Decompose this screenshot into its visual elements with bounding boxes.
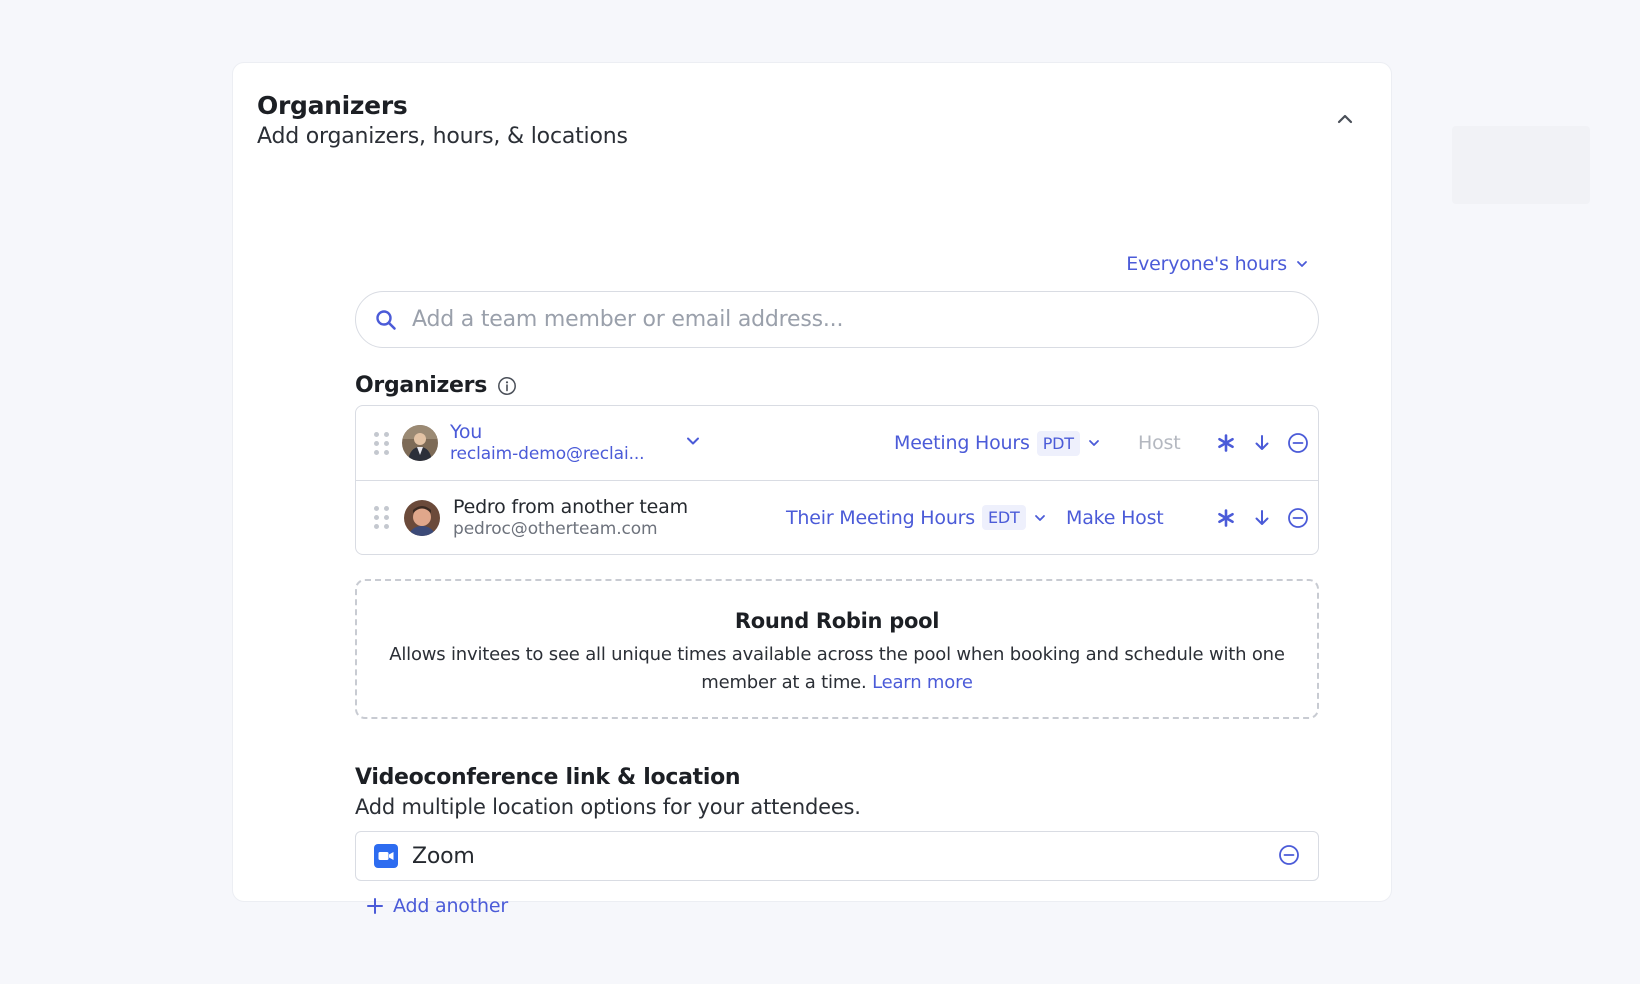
organizer-row: You reclaim-demo@reclai... Meeting Hours…	[356, 406, 1318, 480]
round-robin-description: Allows invitees to see all unique times …	[357, 641, 1317, 697]
organizers-label-text: Organizers	[355, 373, 488, 398]
drag-handle-icon[interactable]	[374, 431, 389, 455]
organizers-card: Organizers Add organizers, hours, & loca…	[232, 62, 1392, 917]
remove-location-button[interactable]	[1278, 844, 1300, 870]
avatar	[404, 499, 440, 536]
required-asterisk-button[interactable]	[1214, 431, 1238, 455]
organizer-identity: Pedro from another team pedroc@otherteam…	[453, 496, 688, 540]
organizer-row: Pedro from another team pedroc@otherteam…	[356, 480, 1318, 554]
make-host-button[interactable]: Make Host	[1066, 507, 1164, 529]
add-another-label: Add another	[393, 895, 508, 917]
section-header: Organizers Add organizers, hours, & loca…	[257, 91, 628, 153]
location-row[interactable]: Zoom	[355, 831, 1319, 881]
meeting-hours-select[interactable]: Their Meeting Hours EDT	[786, 505, 1047, 530]
asterisk-icon	[1218, 508, 1234, 527]
section-subtitle: Add organizers, hours, & locations	[257, 124, 628, 149]
everyones-hours-dropdown[interactable]: Everyone's hours	[1126, 253, 1309, 275]
move-down-button[interactable]	[1250, 431, 1274, 455]
chevron-down-icon	[1088, 440, 1099, 446]
organizers-label: Organizers	[355, 373, 517, 398]
location-label: Zoom	[412, 843, 475, 869]
organizer-dropdown-button[interactable]	[684, 432, 702, 454]
learn-more-link[interactable]: Learn more	[872, 672, 973, 693]
organizer-name: You	[450, 421, 483, 443]
organizer-email: reclaim-demo@reclai...	[450, 444, 645, 464]
remove-organizer-button[interactable]	[1286, 506, 1310, 530]
remove-circle-icon	[1279, 845, 1299, 865]
hours-label: Meeting Hours	[894, 432, 1030, 454]
organizer-email: pedroc@otherteam.com	[453, 518, 658, 539]
avatar	[402, 425, 438, 461]
drag-handle-icon[interactable]	[374, 506, 389, 529]
search-icon	[376, 309, 396, 330]
host-label: Host	[1138, 432, 1181, 454]
timezone-badge: PDT	[1036, 430, 1080, 456]
round-robin-description-text: Allows invitees to see all unique times …	[389, 644, 1285, 693]
section-title: Organizers	[257, 91, 408, 120]
remove-circle-icon	[1288, 433, 1308, 453]
round-robin-title: Round Robin pool	[734, 609, 940, 633]
organizer-identity: You reclaim-demo@reclai...	[450, 421, 645, 465]
team-member-search	[355, 291, 1319, 348]
hours-label: Their Meeting Hours	[786, 506, 975, 529]
asterisk-icon	[1218, 434, 1234, 452]
chevron-up-icon	[1337, 114, 1353, 124]
zoom-icon	[374, 844, 398, 868]
chevron-down-icon	[687, 437, 699, 445]
videoconference-subtitle: Add multiple location options for your a…	[355, 795, 861, 819]
move-down-button[interactable]	[1250, 506, 1274, 530]
arrow-down-icon	[1255, 435, 1269, 450]
remove-organizer-button[interactable]	[1286, 431, 1310, 455]
organizers-list: You reclaim-demo@reclai... Meeting Hours…	[355, 405, 1319, 555]
background-panel	[1452, 126, 1590, 204]
plus-icon	[367, 898, 383, 914]
meeting-hours-select[interactable]: Meeting Hours PDT	[894, 430, 1101, 456]
remove-circle-icon	[1288, 507, 1308, 528]
required-asterisk-button[interactable]	[1214, 506, 1238, 530]
search-input[interactable]	[412, 307, 1318, 332]
organizer-name: Pedro from another team	[453, 495, 688, 518]
collapse-button[interactable]	[1329, 103, 1361, 135]
add-another-location-button[interactable]: Add another	[365, 895, 508, 917]
arrow-down-icon	[1255, 509, 1269, 525]
chevron-down-icon	[1034, 514, 1045, 521]
videoconference-title: Videoconference link & location	[355, 765, 741, 790]
timezone-badge: EDT	[981, 505, 1026, 530]
chevron-down-icon	[1297, 261, 1307, 267]
round-robin-pool-dropzone[interactable]: Round Robin pool Allows invitees to see …	[355, 579, 1319, 719]
info-icon[interactable]	[497, 376, 517, 396]
hours-dropdown-label: Everyone's hours	[1126, 253, 1287, 275]
